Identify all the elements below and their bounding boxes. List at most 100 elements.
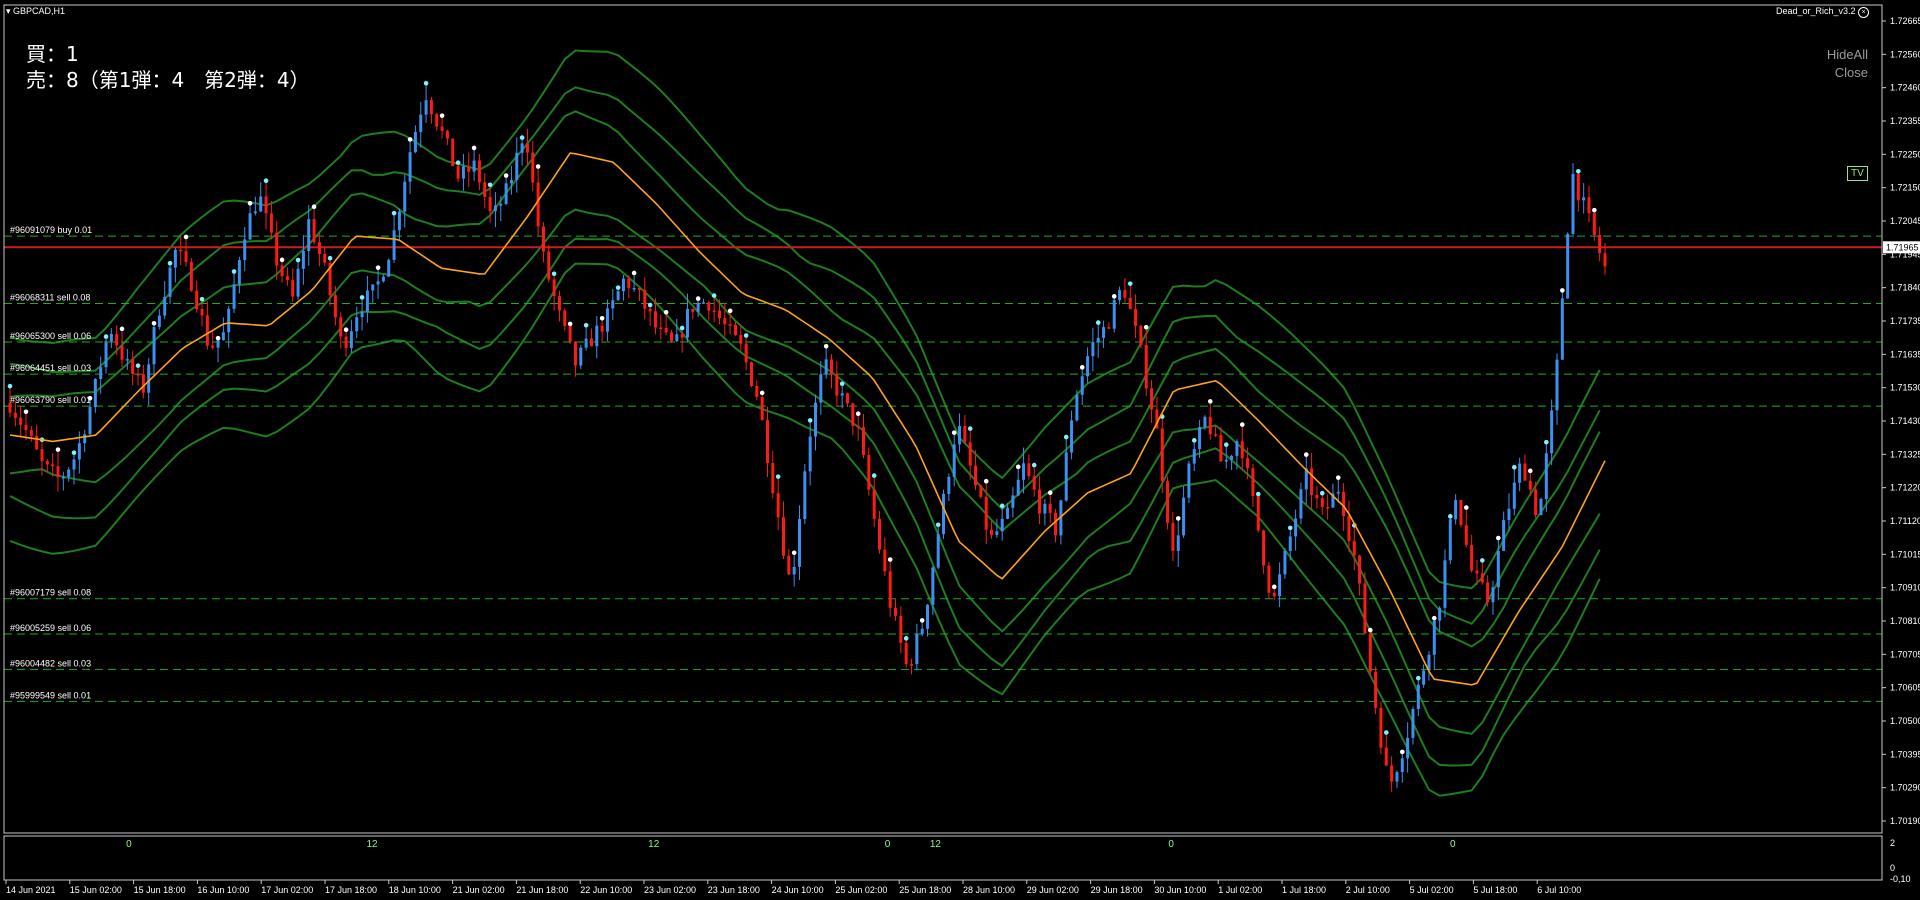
candle-body [40,449,44,462]
candle-body [1027,463,1031,477]
candle-body [408,152,412,182]
signal-dot [1271,584,1277,590]
price-chart[interactable]: #96091079 buy 0.01 #96068311 sell 0.08 #96… [0,0,1920,900]
x-tick-label: 24 Jun 10:00 [772,885,824,895]
candle-body [339,317,343,337]
candle-body [115,333,119,346]
candle-body [424,100,428,115]
candle-body [995,531,999,535]
candle-body [445,130,449,139]
candle-body [664,328,668,333]
signal-dot [903,636,909,641]
hide-all-button[interactable]: HideAll [1827,47,1868,62]
candle-body [120,345,124,360]
signal-dot [1544,439,1549,445]
candle-body [931,567,935,605]
candle-body [776,493,780,518]
candle-body [968,442,972,466]
candle-body [1283,550,1287,575]
candle-body [1166,481,1170,523]
signal-dot [1287,525,1293,531]
candle-body [1278,574,1282,597]
candle-body [1203,416,1207,428]
candle-body [1176,535,1180,551]
close-button[interactable]: Close [1835,65,1868,80]
candle-body [979,485,983,497]
y-tick-label: 1.71015 [1890,549,1920,559]
dropdown-triangle-icon[interactable]: ▾ [6,6,11,16]
signal-dot [967,426,973,431]
candle-body [1374,671,1378,708]
sub-tick-label: 2 [1890,838,1895,848]
candle-body [1347,515,1351,542]
candle-body [141,374,145,393]
candle-body [280,265,284,277]
x-tick-label: 23 Jun 18:00 [708,885,760,895]
signal-dot [1319,490,1325,496]
signal-dot [1175,516,1181,521]
signal-dot [343,327,349,333]
signal-dot [775,474,781,479]
candle-body [376,281,380,285]
candle-body [563,310,567,326]
candle-body [152,327,156,365]
signal-dot [455,160,461,165]
signal-dot [1576,168,1581,174]
signal-dot [1480,558,1485,563]
candle-body [824,359,828,375]
candle-body [1011,495,1015,508]
candle-body [733,324,737,336]
candle-body [1054,512,1058,536]
x-tick-label: 29 Jun 18:00 [1091,885,1143,895]
candle-body [717,310,721,319]
signal-dot [407,137,413,142]
x-tick-label: 1 Jul 18:00 [1282,885,1326,895]
sub-marker: 12 [648,839,660,850]
candle-body [846,393,850,404]
candle-body [1480,573,1484,583]
candle-body [1400,758,1404,773]
candle-body [1144,345,1148,389]
sub-marker: 12 [366,839,378,850]
signal-dot [951,430,957,435]
signal-dot [375,265,381,270]
signal-dot [791,550,797,556]
order-label: #96064451 sell 0.03 [10,363,91,373]
signal-dot [663,309,669,315]
candle-body [45,461,49,465]
candle-body [19,417,23,425]
candle-body [600,325,604,332]
y-tick-label: 1.71530 [1890,383,1920,393]
candle-body [531,152,535,183]
candle-body [1198,427,1202,450]
signal-dot [1031,462,1037,468]
candle-body [189,262,193,291]
candle-body [435,114,439,127]
x-tick-label: 15 Jun 18:00 [134,885,186,895]
candle-body [1448,519,1452,561]
signal-dot [1512,464,1517,470]
candle-body [1123,290,1127,298]
signal-dot [1063,434,1069,440]
candle-body [696,302,700,312]
candle-body [1432,620,1436,655]
candle-body [1230,455,1234,460]
candle-body [616,291,620,301]
candle-body [1459,500,1463,526]
candle-body [1219,435,1223,462]
tv-badge[interactable]: TV [1847,166,1868,181]
candle-body [1294,518,1298,537]
candle-body [147,364,151,393]
x-tick-label: 28 Jun 10:00 [963,885,1015,895]
settings-circle-icon[interactable]: × [1858,7,1870,18]
signal-dot [1207,399,1213,404]
signal-dot [727,308,733,314]
signal-dot [1431,615,1437,621]
candle-body [88,406,92,435]
candle-body [24,424,28,430]
candle-body [1064,452,1068,501]
sell-count: 売：8（第1弾：4 第2弾：4） [26,68,310,92]
candle-body [1139,325,1143,346]
candle-body [253,211,257,214]
signal-dot [695,296,701,301]
